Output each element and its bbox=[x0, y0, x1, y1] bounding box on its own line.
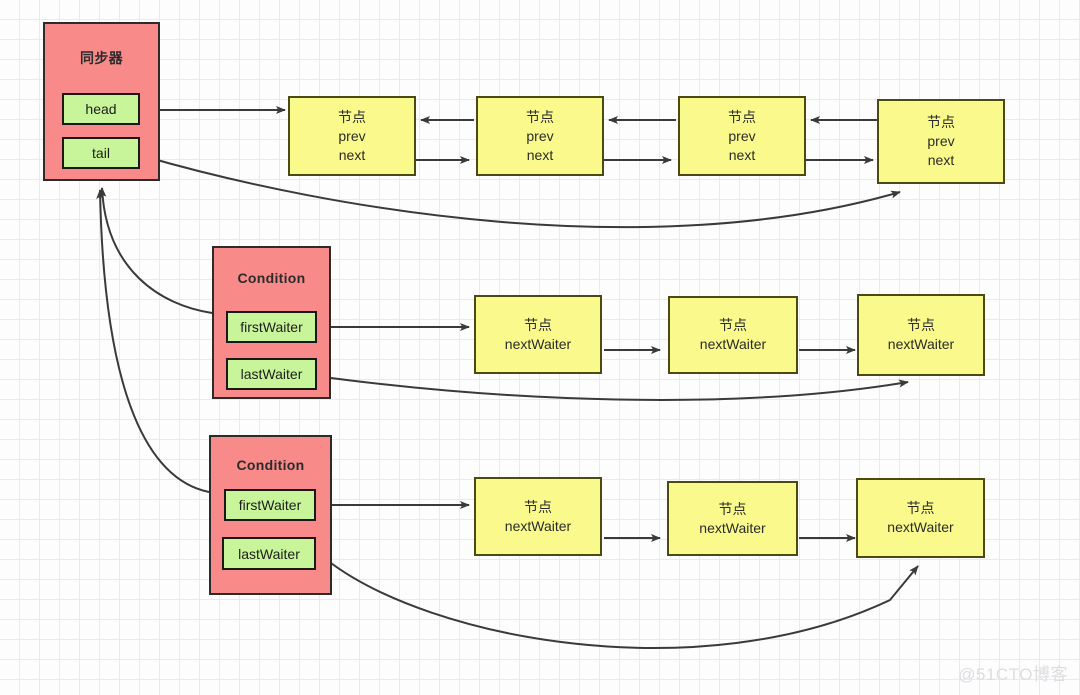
cond2-waiter-node-3-line-0: 节点 bbox=[906, 500, 935, 516]
sync-node-2-line-2: next bbox=[526, 146, 554, 163]
sync-slot-tail[interactable]: tail bbox=[62, 137, 140, 169]
edge-cond2-to-synchronizer bbox=[96, 189, 210, 493]
edge-cond2-lastwaiter-to-waiter6 bbox=[326, 559, 919, 649]
cond2-waiter-node-2-line-1: nextWaiter bbox=[699, 519, 766, 536]
sync-node-4-line-0: 节点 bbox=[927, 114, 955, 130]
sync-node-3[interactable]: 节点 prev next bbox=[678, 96, 806, 176]
cond2-waiter-node-3[interactable]: 节点 nextWaiter bbox=[856, 478, 985, 558]
sync-node-1-line-1: prev bbox=[338, 127, 366, 144]
cond1-waiter-node-2-line-0: 节点 bbox=[719, 317, 747, 333]
sync-node-3-line-2: next bbox=[728, 146, 756, 163]
cond2-waiter-node-2[interactable]: 节点 nextWaiter bbox=[667, 481, 798, 556]
cond1-waiter-node-3-line-0: 节点 bbox=[907, 317, 935, 333]
cond2-waiter-node-1-line-1: nextWaiter bbox=[504, 517, 572, 534]
condition-1-slot-lastwaiter[interactable]: lastWaiter bbox=[226, 358, 317, 390]
sync-node-1-line-0: 节点 bbox=[338, 108, 366, 125]
watermark: @51CTO博客 bbox=[958, 665, 1068, 684]
sync-node-3-line-1: prev bbox=[728, 127, 756, 144]
cond2-waiter-node-1[interactable]: 节点 nextWaiter bbox=[474, 477, 602, 556]
synchronizer-title: 同步器 bbox=[80, 50, 123, 66]
diagram-canvas: 同步器 head tail 节点 prev next 节点 prev next … bbox=[0, 0, 1080, 695]
sync-node-2-line-0: 节点 bbox=[526, 108, 554, 125]
sync-node-1[interactable]: 节点 prev next bbox=[288, 96, 416, 176]
condition-2-title: Condition bbox=[236, 457, 305, 473]
condition-1-slot-firstwaiter[interactable]: firstWaiter bbox=[226, 311, 317, 343]
sync-node-4-line-2: next bbox=[927, 152, 955, 168]
cond1-waiter-node-1[interactable]: 节点 nextWaiter bbox=[474, 295, 602, 374]
sync-node-1-line-2: next bbox=[338, 146, 366, 163]
sync-node-2-line-1: prev bbox=[526, 127, 554, 144]
sync-node-3-line-0: 节点 bbox=[728, 108, 756, 125]
condition-1-title: Condition bbox=[237, 270, 306, 286]
cond1-waiter-node-3[interactable]: 节点 nextWaiter bbox=[857, 294, 985, 376]
cond1-waiter-node-1-line-1: nextWaiter bbox=[504, 335, 572, 352]
cond1-waiter-node-3-line-1: nextWaiter bbox=[887, 336, 955, 352]
cond2-waiter-node-2-line-0: 节点 bbox=[718, 500, 747, 517]
condition-2-slot-lastwaiter[interactable]: lastWaiter bbox=[222, 537, 316, 570]
cond1-waiter-node-1-line-0: 节点 bbox=[524, 316, 552, 333]
cond1-waiter-node-2-line-1: nextWaiter bbox=[699, 336, 767, 352]
sync-node-4-line-1: prev bbox=[927, 133, 955, 149]
sync-node-2[interactable]: 节点 prev next bbox=[476, 96, 604, 176]
sync-node-4[interactable]: 节点 prev next bbox=[877, 99, 1005, 184]
cond2-waiter-node-1-line-0: 节点 bbox=[524, 498, 552, 515]
condition-2-slot-firstwaiter[interactable]: firstWaiter bbox=[224, 489, 316, 521]
cond2-waiter-node-3-line-1: nextWaiter bbox=[887, 519, 954, 535]
sync-slot-head[interactable]: head bbox=[62, 93, 140, 125]
edge-cond1-lastwaiter-to-waiter3 bbox=[330, 377, 909, 401]
edge-cond1-to-synchronizer bbox=[98, 187, 213, 314]
cond1-waiter-node-2[interactable]: 节点 nextWaiter bbox=[668, 296, 798, 374]
